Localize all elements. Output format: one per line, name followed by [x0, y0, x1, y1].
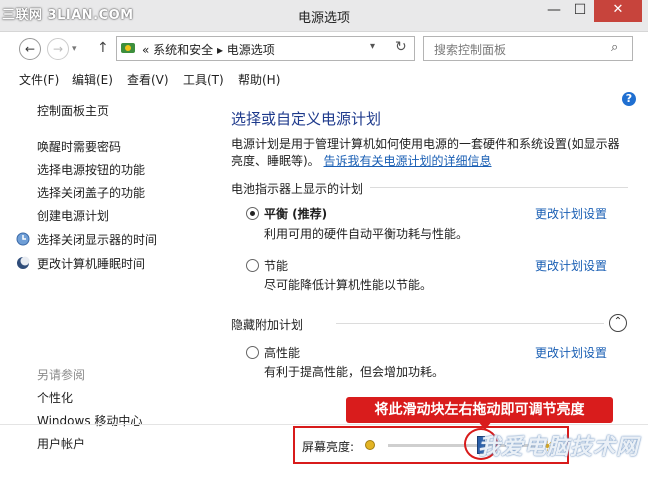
sleep-moon-icon — [17, 256, 30, 269]
hidden-plans-heading: 隐藏附加计划 — [231, 318, 304, 332]
close-button[interactable]: ✕ — [594, 0, 642, 22]
see-also-user-accounts[interactable]: 用户帐户 — [37, 435, 85, 452]
plan-power-saver-name[interactable]: 节能 — [264, 257, 288, 274]
plan-balanced-desc: 利用可用的硬件自动平衡功耗与性能。 — [264, 227, 469, 241]
address-dropdown-icon[interactable]: ▾ — [370, 41, 375, 52]
menu-file[interactable]: 文件(F) — [19, 71, 59, 88]
section-divider — [336, 323, 604, 324]
plan-high-performance-change-link[interactable]: 更改计划设置 — [535, 344, 607, 361]
page-title: 选择或自定义电源计划 — [231, 110, 382, 128]
section-divider — [370, 187, 628, 188]
plan-balanced-radio[interactable] — [246, 207, 259, 220]
brightness-label: 屏幕亮度: — [302, 440, 355, 454]
display-timer-icon — [16, 232, 30, 246]
maximize-button[interactable]: ☐ — [567, 0, 593, 22]
minimize-button[interactable]: — — [541, 0, 567, 22]
help-icon[interactable]: ? — [622, 92, 636, 106]
refresh-icon[interactable]: ↻ — [395, 39, 407, 55]
sidebar-item-create-plan[interactable]: 创建电源计划 — [37, 207, 109, 224]
menu-edit[interactable]: 编辑(E) — [72, 71, 113, 88]
back-button[interactable]: ← — [19, 38, 41, 60]
plan-high-performance-desc: 有利于提高性能，但会增加功耗。 — [264, 365, 445, 379]
forward-button[interactable]: → — [47, 38, 69, 60]
plan-high-performance-radio[interactable] — [246, 346, 259, 359]
search-icon[interactable]: ⌕ — [611, 40, 618, 55]
sidebar-item-power-button[interactable]: 选择电源按钮的功能 — [37, 161, 145, 178]
sidebar-control-panel-home[interactable]: 控制面板主页 — [37, 102, 109, 119]
plan-power-saver-desc: 尽可能降低计算机性能以节能。 — [264, 278, 433, 292]
menu-view[interactable]: 查看(V) — [127, 71, 169, 88]
sidebar-item-wake-password[interactable]: 唤醒时需要密码 — [37, 138, 121, 155]
sidebar-item-display-off[interactable]: 选择关闭显示器的时间 — [37, 231, 157, 248]
breadcrumb[interactable]: « 系统和安全 ▸ 电源选项 — [142, 41, 275, 58]
bottom-divider — [0, 424, 648, 425]
collapse-chevron-icon[interactable]: ⌃ — [609, 314, 627, 332]
plan-power-saver-change-link[interactable]: 更改计划设置 — [535, 257, 607, 274]
plan-balanced-change-link[interactable]: 更改计划设置 — [535, 205, 607, 222]
menu-help[interactable]: 帮助(H) — [238, 71, 280, 88]
see-also-personalization[interactable]: 个性化 — [37, 389, 73, 406]
menu-tools[interactable]: 工具(T) — [183, 71, 224, 88]
plan-high-performance-name[interactable]: 高性能 — [264, 344, 300, 361]
see-also-heading: 另请参阅 — [37, 368, 86, 382]
sidebar-item-lid-close[interactable]: 选择关闭盖子的功能 — [37, 184, 145, 201]
brightness-dim-icon — [365, 440, 375, 450]
battery-section-heading: 电池指示器上显示的计划 — [231, 182, 364, 196]
plan-power-saver-radio[interactable] — [246, 259, 259, 272]
recent-pages-chevron-icon[interactable]: ▾ — [72, 44, 77, 54]
watermark-logo: 我爱电脑技术网 — [478, 435, 640, 460]
search-placeholder: 搜索控制面板 — [434, 43, 507, 57]
up-button[interactable]: ↑ — [97, 40, 109, 56]
control-panel-icon — [121, 43, 135, 53]
annotation-callout: 将此滑动块左右拖动即可调节亮度 — [346, 397, 613, 423]
plan-balanced-name[interactable]: 平衡 (推荐) — [264, 205, 327, 222]
see-also-mobility-center[interactable]: Windows 移动中心 — [37, 412, 142, 429]
learn-more-link[interactable]: 告诉我有关电源计划的详细信息 — [324, 154, 492, 168]
sidebar-item-sleep-time[interactable]: 更改计算机睡眠时间 — [37, 255, 145, 272]
page-description: 电源计划是用于管理计算机如何使用电源的一套硬件和系统设置(如显示器亮度、睡眠等)… — [231, 136, 621, 170]
